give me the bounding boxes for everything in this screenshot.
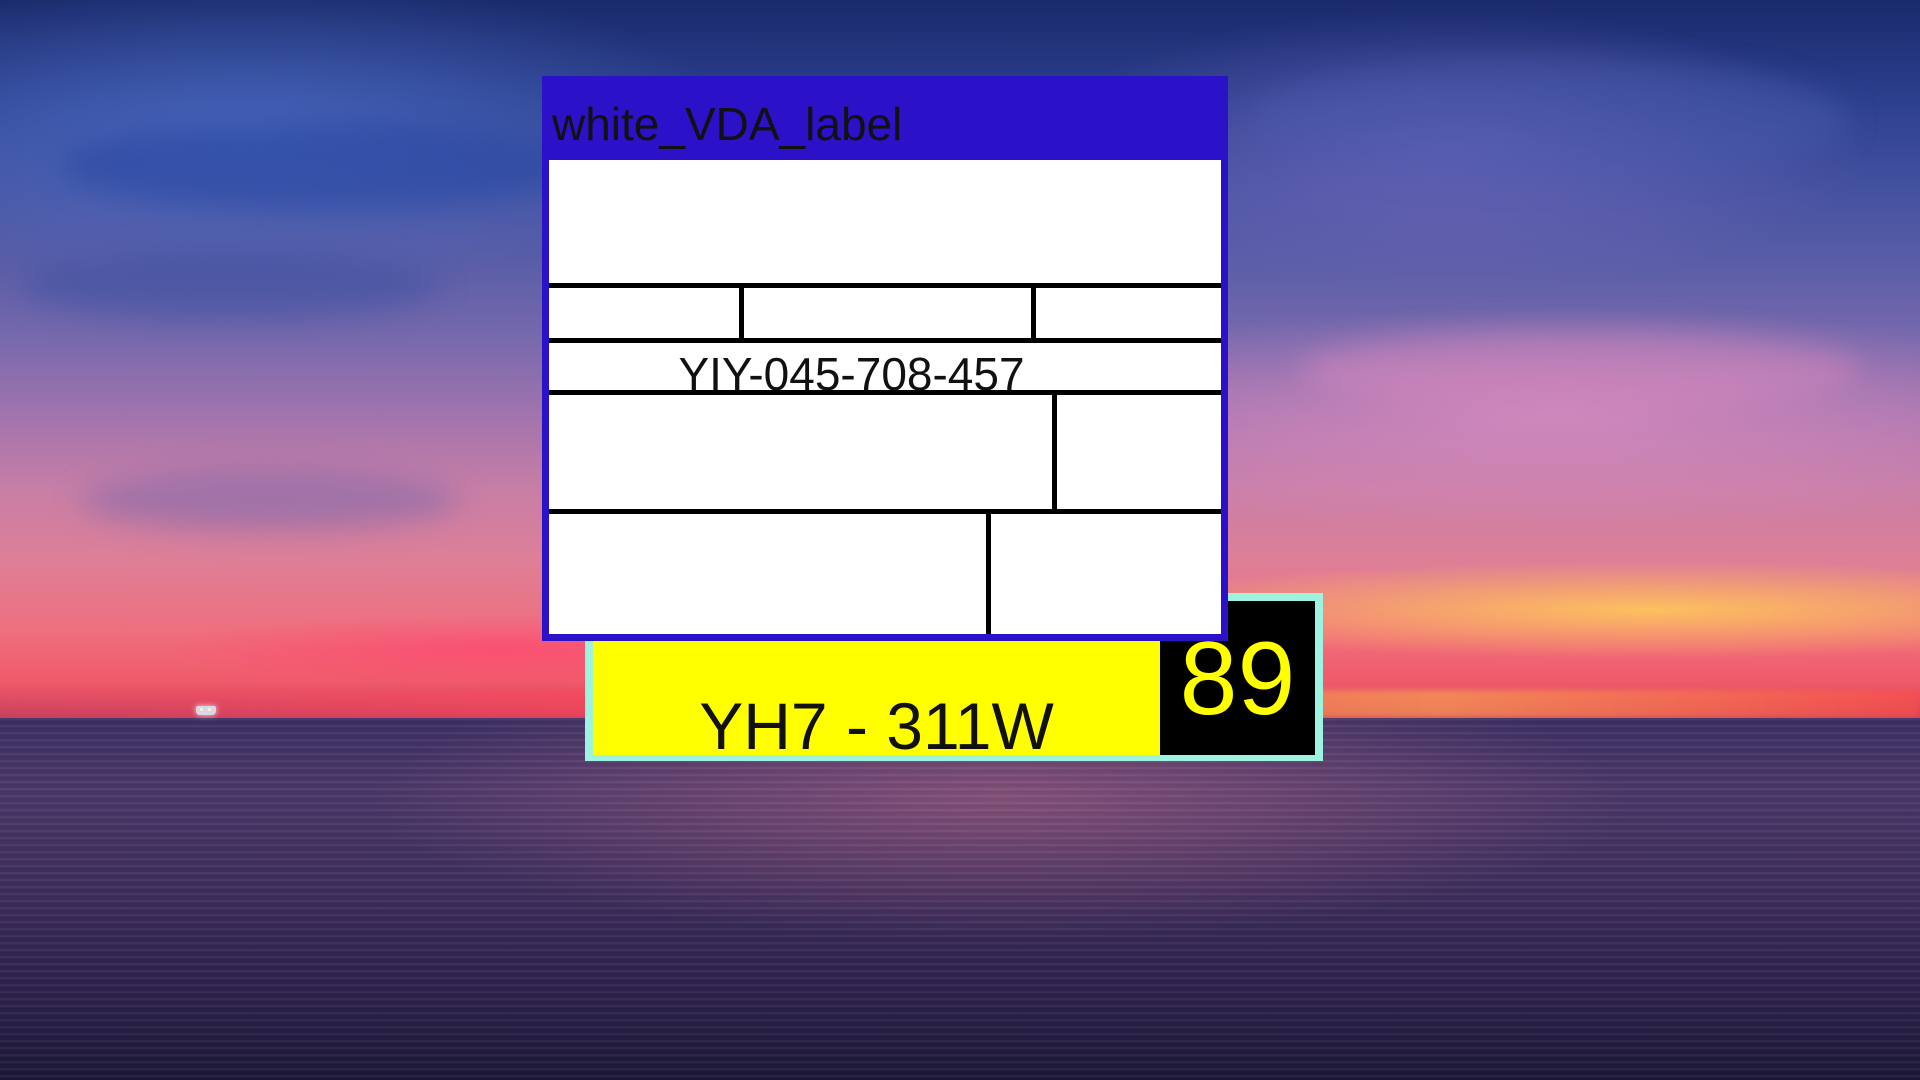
cloud xyxy=(1250,60,1850,180)
vda-label-window[interactable]: white_VDA_label YIY-045-708-457 xyxy=(542,76,1228,641)
label-divider xyxy=(1031,286,1036,340)
label-divider xyxy=(549,390,1221,395)
boat-light xyxy=(200,708,203,711)
cloud xyxy=(80,470,460,530)
boat xyxy=(196,706,216,715)
boat-light xyxy=(208,708,211,711)
label-divider xyxy=(1052,393,1057,511)
label-divider xyxy=(549,509,1221,514)
label-divider xyxy=(549,283,1221,288)
plate-code: YH7 - 311W xyxy=(699,689,1054,763)
plate-yellow-panel: YH7 - 311W xyxy=(593,633,1160,759)
window-title: white_VDA_label xyxy=(552,98,903,150)
plate-number: 89 xyxy=(1179,621,1296,737)
label-divider xyxy=(739,286,744,340)
wallpaper-sea xyxy=(0,718,1920,1080)
cloud xyxy=(20,250,440,320)
vda-label-body: YIY-045-708-457 xyxy=(549,160,1221,634)
label-divider xyxy=(986,512,991,634)
cloud xyxy=(1300,330,1860,410)
label-divider xyxy=(549,338,1221,343)
cloud xyxy=(60,120,580,210)
